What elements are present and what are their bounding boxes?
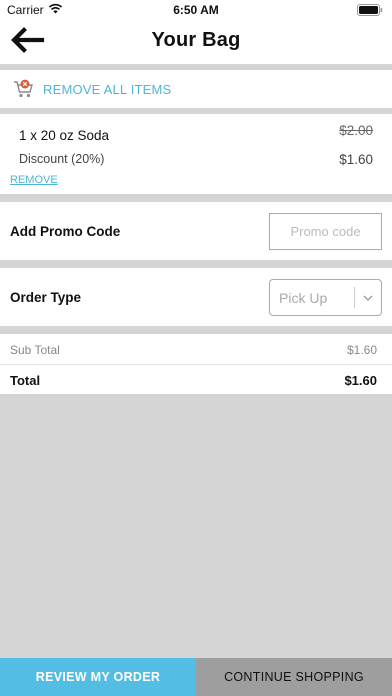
subtotal-value: $1.60 — [346, 343, 377, 357]
divider — [0, 194, 392, 202]
status-bar: Carrier 6:50 AM — [0, 0, 392, 20]
cart-remove-icon — [13, 79, 35, 99]
discount-label: Discount (20%) — [19, 152, 105, 166]
remove-all-row[interactable]: REMOVE ALL ITEMS — [0, 70, 392, 108]
order-type-row: Order Type Pick Up — [0, 268, 392, 326]
remove-item-button[interactable]: REMOVE — [10, 174, 58, 186]
order-type-select[interactable]: Pick Up — [269, 279, 382, 316]
review-order-button[interactable]: REVIEW MY ORDER — [0, 658, 196, 696]
bottom-action-bar: REVIEW MY ORDER CONTINUE SHOPPING — [0, 658, 392, 696]
subtotal-label: Sub Total — [10, 343, 60, 357]
item-name: 1 x 20 oz Soda — [19, 128, 110, 143]
discounted-price: $1.60 — [339, 152, 373, 167]
nav-bar: Your Bag — [0, 20, 392, 64]
total-label: Total — [10, 373, 41, 388]
select-divider — [354, 287, 355, 308]
promo-code-label: Add Promo Code — [10, 224, 121, 239]
bag-item: 1 x 20 oz Soda $2.00 Discount (20%) $1.6… — [0, 114, 392, 194]
chevron-down-icon — [362, 291, 374, 303]
page-title: Your Bag — [151, 29, 241, 51]
subtotal-row: Sub Total $1.60 — [0, 334, 392, 365]
battery-icon — [357, 4, 383, 19]
promo-code-row: Add Promo Code — [0, 202, 392, 260]
promo-code-input[interactable] — [269, 213, 382, 250]
order-type-label: Order Type — [10, 290, 82, 305]
remove-all-items-button[interactable]: REMOVE ALL ITEMS — [43, 82, 171, 97]
divider — [0, 260, 392, 268]
total-row: Total $1.60 — [0, 365, 392, 394]
total-value: $1.60 — [344, 373, 377, 388]
status-time: 6:50 AM — [173, 3, 219, 17]
divider — [0, 326, 392, 334]
continue-shopping-button[interactable]: CONTINUE SHOPPING — [196, 658, 392, 696]
order-type-value: Pick Up — [279, 290, 328, 306]
item-original-price: $2.00 — [339, 123, 373, 138]
